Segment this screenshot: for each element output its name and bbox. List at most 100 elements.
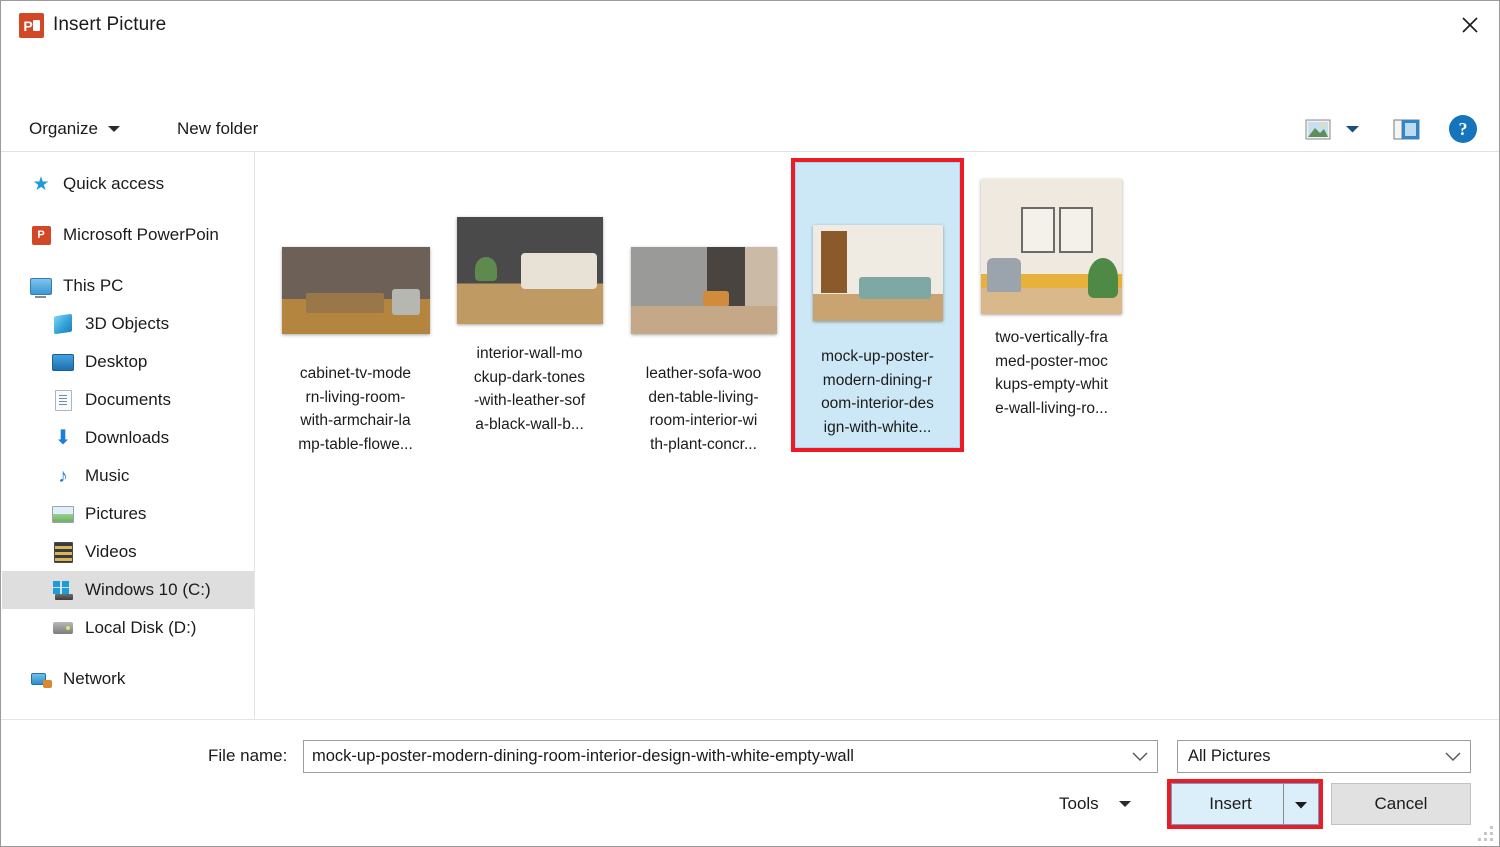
navigation-pane: ★ Quick access P Microsoft PowerPoin Thi…: [2, 152, 255, 718]
file-thumbnail: [280, 228, 432, 352]
command-toolbar: Organize New folder ?: [1, 107, 1499, 152]
insert-button[interactable]: Insert: [1171, 783, 1319, 825]
sidebar-item-downloads[interactable]: ⬇ Downloads: [2, 419, 254, 457]
sidebar-item-desktop[interactable]: Desktop: [2, 343, 254, 381]
sidebar-item-videos[interactable]: Videos: [2, 533, 254, 571]
file-name-label: mock-up-poster- modern-dining-r oom-inte…: [821, 348, 934, 436]
thumbnail-image: [981, 178, 1122, 314]
network-icon: [30, 668, 52, 690]
sidebar-item-label: Documents: [85, 390, 171, 409]
sidebar-item-label: Windows 10 (C:): [85, 580, 211, 599]
file-name-label-text: File name:: [208, 746, 288, 765]
thumbnail-image: [456, 216, 603, 324]
file-name-input[interactable]: [304, 746, 1123, 767]
this-pc-icon: [30, 275, 52, 298]
organize-button[interactable]: Organize: [23, 107, 126, 151]
file-name-label: leather-sofa-woo den-table-living- room-…: [645, 365, 762, 453]
window-title: Insert Picture: [53, 14, 167, 35]
sidebar-item-label: Videos: [85, 542, 137, 561]
file-tile-selected[interactable]: mock-up-poster- modern-dining-r oom-inte…: [791, 158, 964, 452]
file-thumbnail: [802, 211, 954, 335]
sidebar-item-label: Downloads: [85, 428, 170, 447]
insert-dropdown-caret-down-icon[interactable]: [1283, 784, 1318, 824]
cancel-label: Cancel: [1374, 794, 1428, 813]
sidebar-item-quick-access[interactable]: ★ Quick access: [2, 165, 254, 203]
pictures-icon: [52, 503, 74, 525]
tools-label: Tools: [1059, 794, 1099, 813]
file-name-label: two-vertically-fra med-poster-moc kups-e…: [995, 329, 1108, 417]
chevron-down-icon: [107, 126, 120, 132]
sidebar-item-label: Local Disk (D:): [85, 618, 197, 637]
new-folder-button[interactable]: New folder: [171, 107, 264, 151]
insert-label: Insert: [1209, 794, 1252, 813]
file-thumbnail: [976, 176, 1128, 316]
desktop-icon: [52, 351, 74, 373]
file-tile[interactable]: interior-wall-mo ckup-dark-tones -with-l…: [447, 202, 612, 444]
videos-icon: [52, 541, 74, 563]
sidebar-item-documents[interactable]: Documents: [2, 381, 254, 419]
documents-icon: [52, 389, 74, 411]
file-thumbnail: [628, 228, 780, 352]
sidebar-item-label: Music: [85, 466, 130, 485]
cancel-button[interactable]: Cancel: [1331, 783, 1471, 825]
3d-objects-icon: [52, 313, 74, 335]
downloads-icon: ⬇: [54, 427, 72, 449]
music-icon: ♪: [58, 465, 68, 487]
file-name-chevron-down-icon[interactable]: [1123, 751, 1157, 762]
file-type-filter[interactable]: All Pictures: [1177, 740, 1471, 773]
file-type-chevron-down-icon[interactable]: [1436, 751, 1470, 762]
sidebar-item-label: This PC: [63, 276, 124, 295]
sidebar-item-microsoft-powerpoint[interactable]: P Microsoft PowerPoin: [2, 216, 254, 254]
sidebar-item-label: Microsoft PowerPoin: [63, 225, 219, 244]
star-icon: ★: [32, 173, 50, 195]
file-name-label: cabinet-tv-mode rn-living-room- with-arm…: [298, 365, 413, 453]
close-icon[interactable]: [1439, 1, 1499, 48]
sidebar-item-network[interactable]: Network: [2, 660, 254, 698]
file-tile[interactable]: two-vertically-fra med-poster-moc kups-e…: [969, 170, 1134, 428]
sidebar-item-music[interactable]: ♪ Music: [2, 457, 254, 495]
sidebar-item-local-disk-d[interactable]: Local Disk (D:): [2, 609, 254, 647]
thumbnail-image: [630, 246, 777, 334]
view-layout-icon[interactable]: [1301, 114, 1335, 144]
navigation-bar: › This PC › Windows 10 (C:) › Users › Ad…: [1, 50, 1499, 143]
file-tiles: cabinet-tv-mode rn-living-room- with-arm…: [255, 152, 1499, 464]
chevron-down-icon: [1118, 801, 1131, 807]
sidebar-item-label: Quick access: [63, 174, 165, 193]
file-thumbnail: [454, 208, 606, 332]
title-bar: P Insert Picture: [1, 1, 1499, 50]
thumbnail-image: [281, 246, 430, 334]
insert-picture-dialog: P Insert Picture › This PC › Windows 10 …: [0, 0, 1500, 847]
tools-button[interactable]: Tools: [1059, 788, 1131, 820]
insert-button-annotation: Insert: [1167, 779, 1323, 829]
help-glyph: ?: [1449, 115, 1477, 143]
preview-pane-icon[interactable]: [1389, 114, 1423, 144]
windows-drive-icon: [52, 579, 74, 601]
file-tile[interactable]: leather-sofa-woo den-table-living- room-…: [621, 222, 786, 464]
resize-grip-icon[interactable]: [1478, 826, 1494, 842]
file-name-label: interior-wall-mo ckup-dark-tones -with-l…: [473, 345, 586, 433]
view-dropdown-chevron-down-icon[interactable]: [1341, 114, 1363, 144]
sidebar-item-label: Pictures: [85, 504, 147, 523]
sidebar-item-label: Network: [63, 669, 126, 688]
sidebar-item-windows-10-c[interactable]: Windows 10 (C:): [2, 571, 254, 609]
sidebar-item-label: Desktop: [85, 352, 148, 371]
file-type-filter-value: All Pictures: [1188, 747, 1271, 765]
new-folder-label: New folder: [177, 119, 259, 138]
file-list-pane[interactable]: cabinet-tv-mode rn-living-room- with-arm…: [255, 152, 1499, 718]
file-tile[interactable]: cabinet-tv-mode rn-living-room- with-arm…: [273, 222, 438, 464]
sidebar-item-this-pc[interactable]: This PC: [2, 267, 254, 305]
sidebar-item-3d-objects[interactable]: 3D Objects: [2, 305, 254, 343]
sidebar-item-label: 3D Objects: [85, 314, 170, 333]
local-disk-icon: [52, 617, 74, 639]
powerpoint-icon: P: [30, 224, 52, 246]
powerpoint-icon: P: [19, 13, 44, 38]
file-name-field[interactable]: [303, 740, 1158, 773]
organize-label: Organize: [29, 119, 98, 138]
thumbnail-image: [812, 225, 943, 321]
sidebar-item-pictures[interactable]: Pictures: [2, 495, 254, 533]
help-icon[interactable]: ?: [1447, 114, 1479, 144]
